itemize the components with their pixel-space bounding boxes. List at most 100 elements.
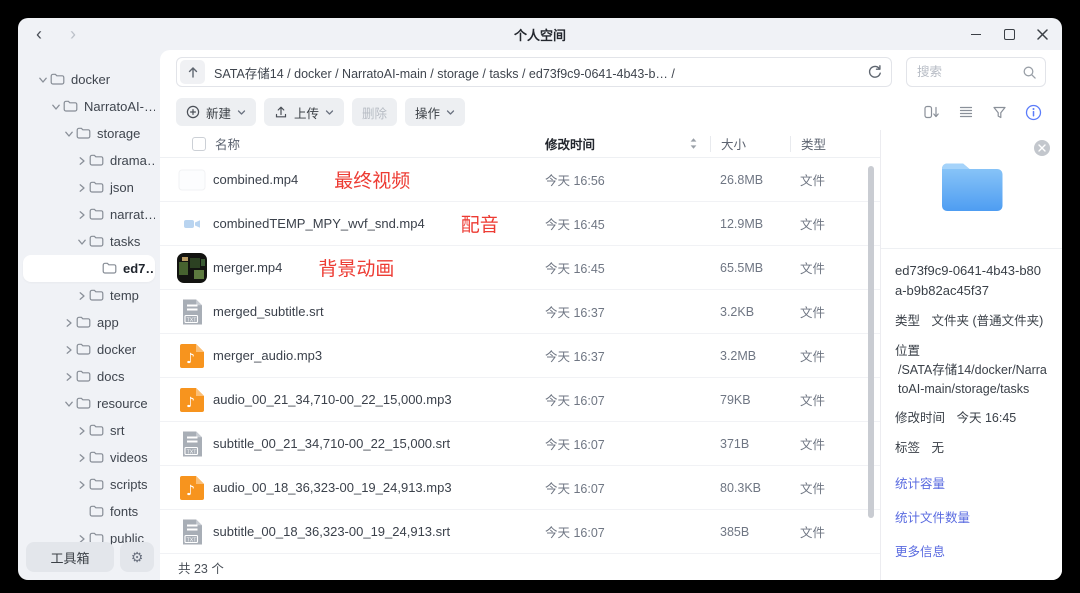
table-row[interactable]: TXT merged_subtitle.srt 今天 16:37 3.2KB 文… bbox=[160, 290, 880, 334]
sidebar-tree-item[interactable]: storage bbox=[23, 120, 155, 147]
toolbox-button[interactable]: 工具箱 bbox=[26, 542, 114, 572]
filter-icon[interactable] bbox=[992, 105, 1007, 120]
file-name: audio_00_18_36,323-00_19_24,913.mp3 bbox=[213, 480, 452, 495]
tree-chevron-icon[interactable] bbox=[75, 237, 89, 247]
sidebar-tree-item[interactable]: NarratoAI-… bbox=[23, 93, 155, 120]
more-info-link[interactable]: 更多信息 bbox=[895, 541, 1048, 560]
file-modified: 今天 16:07 bbox=[545, 434, 710, 453]
file-type: 文件 bbox=[790, 346, 880, 365]
select-all-checkbox[interactable] bbox=[192, 137, 206, 151]
path-bar[interactable]: SATA存储14 / docker / NarratoAI-main / sto… bbox=[176, 57, 892, 87]
up-arrow-icon[interactable] bbox=[180, 60, 205, 84]
tree-chevron-icon[interactable] bbox=[62, 129, 76, 139]
tree-chevron-icon[interactable] bbox=[75, 210, 89, 220]
sidebar-tree-item[interactable]: narrat… bbox=[23, 201, 155, 228]
list-view-icon[interactable] bbox=[958, 104, 974, 120]
delete-button[interactable]: 删除 bbox=[352, 98, 397, 126]
file-type: 文件 bbox=[790, 478, 880, 497]
sidebar-tree: docker NarratoAI-… storage drama… js bbox=[18, 50, 160, 552]
column-header-type[interactable]: 类型 bbox=[790, 136, 880, 152]
tree-chevron-icon[interactable] bbox=[75, 291, 89, 301]
file-size: 371B bbox=[710, 437, 790, 451]
panel-close-icon[interactable] bbox=[1034, 140, 1050, 156]
maximize-icon[interactable] bbox=[1003, 28, 1015, 40]
sidebar-tree-item[interactable]: resource bbox=[23, 390, 155, 417]
sidebar-tree-item[interactable]: app bbox=[23, 309, 155, 336]
path-toolbar: SATA存储14 / docker / NarratoAI-main / sto… bbox=[160, 50, 1062, 94]
vertical-scrollbar[interactable] bbox=[868, 166, 874, 518]
file-name: subtitle_00_18_36,323-00_19_24,913.srt bbox=[213, 524, 450, 539]
sidebar-tree-item[interactable]: docker bbox=[23, 66, 155, 93]
table-row[interactable]: ♪ audio_00_21_34,710-00_22_15,000.mp3 今天… bbox=[160, 378, 880, 422]
table-row[interactable]: ♪ audio_00_18_36,323-00_19_24,913.mp3 今天… bbox=[160, 466, 880, 510]
sidebar-tree-item[interactable]: fonts bbox=[23, 498, 155, 525]
tree-chevron-icon[interactable] bbox=[62, 372, 76, 382]
file-size: 3.2MB bbox=[710, 349, 790, 363]
file-modified: 今天 16:37 bbox=[545, 346, 710, 365]
tree-chevron-icon[interactable] bbox=[75, 480, 89, 490]
tree-chevron-icon[interactable] bbox=[49, 102, 63, 112]
audio-icon: ♪ bbox=[177, 473, 207, 503]
file-name: combinedTEMP_MPY_wvf_snd.mp4 bbox=[213, 216, 425, 231]
sidebar-tree-item[interactable]: docker bbox=[23, 336, 155, 363]
table-row[interactable]: ♪ merger_audio.mp3 今天 16:37 3.2MB 文件 bbox=[160, 334, 880, 378]
sidebar-tree-item[interactable]: ed7… bbox=[23, 255, 155, 282]
column-header-modified[interactable]: 修改时间 bbox=[545, 134, 710, 153]
table-row[interactable]: TXT subtitle_00_21_34,710-00_22_15,000.s… bbox=[160, 422, 880, 466]
table-row[interactable]: combinedTEMP_MPY_wvf_snd.mp4 配音 今天 16:45… bbox=[160, 202, 880, 246]
file-name: audio_00_21_34,710-00_22_15,000.mp3 bbox=[213, 392, 452, 407]
file-name: merger.mp4 bbox=[213, 260, 282, 275]
tree-chevron-icon[interactable] bbox=[75, 183, 89, 193]
annotation-text: 最终视频 bbox=[334, 166, 410, 193]
table-row[interactable]: combined.mp4 最终视频 今天 16:56 26.8MB 文件 bbox=[160, 158, 880, 202]
sidebar-tree-item[interactable]: docs bbox=[23, 363, 155, 390]
search-icon[interactable] bbox=[1022, 65, 1037, 80]
sidebar-tree-item[interactable]: scripts bbox=[23, 471, 155, 498]
column-header-size[interactable]: 大小 bbox=[710, 136, 790, 152]
close-icon[interactable] bbox=[1036, 28, 1048, 40]
table-row[interactable]: merger.mp4 背景动画 今天 16:45 65.5MB 文件 bbox=[160, 246, 880, 290]
minimize-icon[interactable] bbox=[970, 28, 982, 40]
txt-icon: TXT bbox=[177, 429, 207, 459]
tree-chevron-icon[interactable] bbox=[75, 426, 89, 436]
tree-chevron-icon[interactable] bbox=[36, 75, 50, 85]
stat-filecount-link[interactable]: 统计文件数量 bbox=[895, 507, 1048, 526]
svg-text:♪: ♪ bbox=[186, 351, 195, 367]
tree-chevron-icon[interactable] bbox=[62, 318, 76, 328]
search-input[interactable] bbox=[917, 65, 1022, 79]
breadcrumb[interactable]: SATA存储14 / docker / NarratoAI-main / sto… bbox=[214, 63, 867, 82]
file-modified: 今天 16:45 bbox=[545, 214, 710, 233]
tree-chevron-icon[interactable] bbox=[75, 156, 89, 166]
sidebar-tree-item[interactable]: srt bbox=[23, 417, 155, 444]
details-type-value: 文件夹 (普通文件夹) bbox=[932, 314, 1044, 328]
new-button[interactable]: 新建 bbox=[176, 98, 256, 126]
sort-arrows-icon[interactable] bbox=[689, 137, 698, 150]
tree-item-label: temp bbox=[110, 288, 139, 303]
sidebar-tree-item[interactable]: json bbox=[23, 174, 155, 201]
folder-icon bbox=[89, 289, 105, 302]
tree-item-label: app bbox=[97, 315, 119, 330]
gear-icon[interactable]: ⚙ bbox=[120, 542, 154, 572]
actions-button[interactable]: 操作 bbox=[405, 98, 465, 126]
refresh-icon[interactable] bbox=[867, 64, 883, 80]
file-type: 文件 bbox=[790, 170, 880, 189]
table-row[interactable]: TXT subtitle_00_18_36,323-00_19_24,913.s… bbox=[160, 510, 880, 554]
stat-capacity-link[interactable]: 统计容量 bbox=[895, 473, 1048, 492]
tree-chevron-icon[interactable] bbox=[62, 399, 76, 409]
column-header-name[interactable]: 名称 bbox=[215, 134, 240, 153]
tree-item-label: srt bbox=[110, 423, 124, 438]
upload-button[interactable]: 上传 bbox=[264, 98, 344, 126]
tree-chevron-icon[interactable] bbox=[62, 345, 76, 355]
file-type: 文件 bbox=[790, 390, 880, 409]
file-modified: 今天 16:37 bbox=[545, 302, 710, 321]
sidebar-tree-item[interactable]: drama… bbox=[23, 147, 155, 174]
sort-icon[interactable] bbox=[923, 104, 940, 120]
sidebar-tree-item[interactable]: videos bbox=[23, 444, 155, 471]
folder-icon bbox=[50, 73, 66, 86]
tree-chevron-icon[interactable] bbox=[75, 453, 89, 463]
info-icon[interactable] bbox=[1025, 104, 1042, 121]
sidebar-tree-item[interactable]: tasks bbox=[23, 228, 155, 255]
folder-icon bbox=[76, 127, 92, 140]
folder-icon bbox=[89, 235, 105, 248]
sidebar-tree-item[interactable]: temp bbox=[23, 282, 155, 309]
